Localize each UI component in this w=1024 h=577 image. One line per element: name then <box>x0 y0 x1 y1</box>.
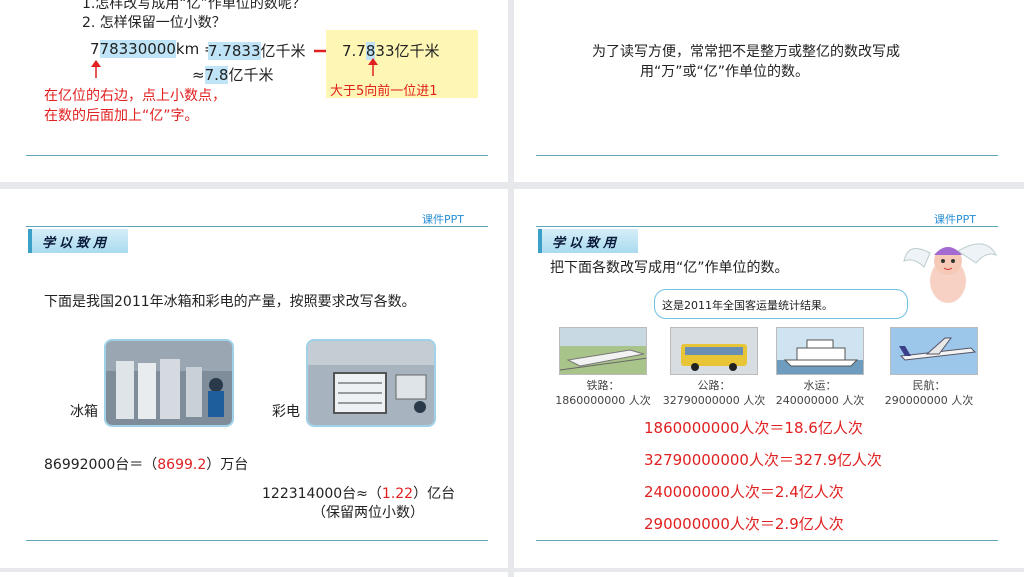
speech-bubble-text: 这是2011年全国客运量统计结果。 <box>662 299 833 312</box>
equation-2: 122314000台≈（1.22）亿台 <box>262 483 455 503</box>
arrow-up-icon <box>368 58 378 76</box>
section-tag: 学以致用 <box>28 229 128 253</box>
equation-1-suffix: ）万台 <box>206 457 249 473</box>
approx-unit: 亿千米 <box>228 66 274 84</box>
exercise-intro: 下面是我国2011年冰箱和彩电的产量，按照要求改写各数。 <box>44 294 416 310</box>
box-digits-c: 33亿千米 <box>375 42 440 60</box>
note-line-1: 在亿位的右边，点上小数点， <box>44 88 226 104</box>
transport-caption-water: 水运： 240000000 人次 <box>761 378 879 408</box>
arrow-up-icon <box>91 60 101 78</box>
slide-panel-summary[interactable]: 为了读写方便，常常把不是整万或整亿的数改写成 用“万”或“亿”作单位的数。 <box>514 0 1024 182</box>
equation-2-prefix: 122314000台≈（ <box>262 486 382 502</box>
number-highlight: 78330000 <box>99 40 176 58</box>
brand-label: 课件PPT <box>422 213 464 226</box>
rounding-box-number: 7.7833亿千米 <box>342 40 440 61</box>
top-divider-line <box>536 226 998 227</box>
air-label: 民航： <box>912 379 946 392</box>
equation-2-suffix: ）亿台 <box>413 486 456 502</box>
number-lead-digit: 7 <box>90 40 100 58</box>
road-label: 公路： <box>697 379 731 392</box>
brand-label: 课件PPT <box>934 213 976 226</box>
transport-caption-air: 民航： 290000000 人次 <box>870 378 988 408</box>
original-number: 778330000km = <box>90 40 217 58</box>
water-label: 水运： <box>803 379 837 392</box>
slide-panel-rounding[interactable]: 1.怎样改写成用“亿”作单位的数呢？ 2. 怎样保留一位小数？ 77833000… <box>0 0 508 182</box>
equation-2-note: （保留两位小数） <box>312 505 424 521</box>
tv-label: 彩电 <box>272 404 300 420</box>
question-2: 2. 怎样保留一位小数？ <box>82 15 226 31</box>
bus-image <box>671 328 757 374</box>
airplane-image <box>891 328 977 374</box>
summary-line-1: 为了读写方便，常常把不是整万或整亿的数改写成 <box>592 44 900 60</box>
slide-panel-fridge-tv[interactable]: 课件PPT 学以致用 下面是我国2011年冰箱和彩电的产量，按照要求改写各数。 … <box>0 189 508 568</box>
fridge-label: 冰箱 <box>70 404 98 420</box>
fridge-factory-image <box>106 341 232 425</box>
equation-1-answer: 8699.2 <box>157 457 207 473</box>
tv-factory-photo <box>306 339 436 427</box>
airplane-photo <box>890 327 978 375</box>
equation-2-answer: 1.22 <box>381 486 414 502</box>
top-divider-line <box>26 226 488 227</box>
rail-label: 铁路： <box>586 379 620 392</box>
divider-line <box>26 155 488 156</box>
box-digits-a: 7.7 <box>342 42 366 60</box>
equation-1: 86992000台＝（8699.2）万台 <box>44 454 248 474</box>
answer-air: 290000000人次＝2.9亿人次 <box>644 515 844 533</box>
approx-symbol: ≈ <box>192 66 205 84</box>
road-value: 32790000000 人次 <box>662 394 766 407</box>
approx-highlight: 7.8 <box>204 66 229 84</box>
answer-road: 32790000000人次＝327.9亿人次 <box>644 451 882 469</box>
water-value: 240000000 人次 <box>775 394 865 407</box>
transport-caption-road: 公路： 32790000000 人次 <box>655 378 773 408</box>
tv-factory-image <box>308 341 434 425</box>
fridge-factory-photo <box>104 339 234 427</box>
converted-unit: 亿千米 <box>260 42 306 60</box>
slide-panel-next-left[interactable] <box>0 572 508 577</box>
summary-line-2: 用“万”或“亿”作单位的数。 <box>640 64 810 80</box>
converted-number: 7.7833亿千米 <box>208 40 306 61</box>
rail-value: 1860000000 人次 <box>555 394 651 407</box>
bus-photo <box>670 327 758 375</box>
slide-panel-transport[interactable]: 课件PPT 学以致用 把下面各数改写成用“亿”作单位的数。 这是2011年全国客… <box>514 189 1024 568</box>
train-photo <box>559 327 647 375</box>
transport-caption-rail: 铁路： 1860000000 人次 <box>544 378 662 408</box>
section-tag: 学以致用 <box>538 229 638 253</box>
bottom-divider-line <box>536 540 998 541</box>
slide-panel-next-right[interactable] <box>514 572 1024 577</box>
slide-grid: 1.怎样改写成用“亿”作单位的数呢？ 2. 怎样保留一位小数？ 77833000… <box>0 0 1024 577</box>
air-value: 290000000 人次 <box>884 394 974 407</box>
note-line-2: 在数的后面加上“亿”字。 <box>44 108 199 124</box>
ship-photo <box>776 327 864 375</box>
bottom-divider-line <box>26 540 488 541</box>
equation-1-prefix: 86992000台＝（ <box>44 457 158 473</box>
converted-highlight: 7.7833 <box>208 42 261 60</box>
answer-rail: 1860000000人次＝18.6亿人次 <box>644 419 863 437</box>
answer-water: 240000000人次＝2.4亿人次 <box>644 483 844 501</box>
cupid-mascot-icon <box>903 243 998 303</box>
divider-line <box>536 155 998 156</box>
round-up-note: 大于5向前一位进1 <box>330 84 438 99</box>
exercise-intro: 把下面各数改写成用“亿”作单位的数。 <box>550 260 789 276</box>
approx-result: ≈7.8亿千米 <box>192 64 273 85</box>
train-image <box>560 328 646 374</box>
ship-image <box>777 328 863 374</box>
